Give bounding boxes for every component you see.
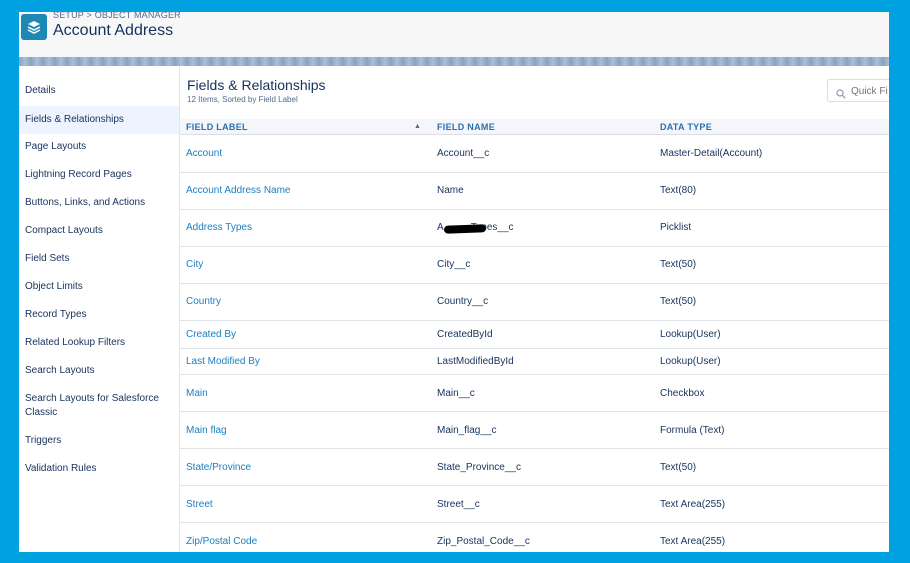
field-label-link[interactable]: Zip/Postal Code [186, 536, 257, 547]
table-row: Street Street__c Text Area(255) [180, 486, 889, 523]
field-name: Zip_Postal_Code__c [437, 536, 530, 547]
field-label-link[interactable]: Last Modified By [186, 356, 260, 367]
field-label-link[interactable]: Account [186, 148, 222, 159]
field-label-link[interactable]: Street [186, 499, 213, 510]
table-row: City City__c Text(50) [180, 247, 889, 284]
field-label-link[interactable]: Created By [186, 329, 236, 340]
table-row: Country Country__c Text(50) [180, 284, 889, 321]
table-row: Address Types A Types__c Picklist [180, 210, 889, 247]
quick-find-box[interactable] [827, 79, 889, 102]
sidebar-item-buttons-links-actions[interactable]: Buttons, Links, and Actions [19, 196, 179, 210]
field-label-link[interactable]: State/Province [186, 462, 251, 473]
data-type: Text(50) [660, 462, 697, 473]
column-header-field-name[interactable]: FIELD NAME [437, 122, 495, 132]
sidebar-item-lightning-record-pages[interactable]: Lightning Record Pages [19, 168, 179, 182]
field-label-link[interactable]: Country [186, 296, 221, 307]
section-title: Fields & Relationships [187, 77, 326, 93]
data-type: Formula (Text) [660, 425, 725, 436]
table-row: Main Main__c Checkbox [180, 375, 889, 412]
field-name: Country__c [437, 296, 489, 307]
header-decorative-band [19, 57, 889, 66]
sidebar-item-validation-rules[interactable]: Validation Rules [19, 462, 179, 476]
object-manager-sidebar: Details Fields & Relationships Page Layo… [19, 66, 180, 552]
data-type: Text(50) [660, 259, 697, 270]
data-type: Checkbox [660, 388, 705, 399]
sidebar-item-page-layouts[interactable]: Page Layouts [19, 140, 179, 154]
data-type: Lookup(User) [660, 329, 721, 340]
field-name: City__c [437, 259, 471, 270]
sidebar-item-record-types[interactable]: Record Types [19, 308, 179, 322]
breadcrumb[interactable]: SETUP > OBJECT MANAGER [53, 12, 181, 20]
field-name: LastModifiedById [437, 356, 514, 367]
data-type: Text(50) [660, 296, 697, 307]
data-type: Master-Detail(Account) [660, 148, 763, 159]
table-header: FIELD LABEL ▲ FIELD NAME DATA TYPE [180, 119, 889, 135]
sidebar-item-related-lookup-filters[interactable]: Related Lookup Filters [19, 336, 179, 350]
section-subtitle: 12 Items, Sorted by Field Label [187, 95, 298, 104]
sidebar-item-details[interactable]: Details [19, 84, 179, 98]
data-type: Text(80) [660, 185, 697, 196]
data-type: Lookup(User) [660, 356, 721, 367]
table-row: Account Account__c Master-Detail(Account… [180, 136, 889, 173]
fields-relationships-panel: Fields & Relationships 12 Items, Sorted … [180, 66, 889, 552]
table-row: Main flag Main_flag__c Formula (Text) [180, 412, 889, 449]
field-label-link[interactable]: Main flag [186, 425, 227, 436]
field-label-link[interactable]: City [186, 259, 203, 270]
sidebar-item-search-layouts[interactable]: Search Layouts [19, 364, 179, 378]
setup-window: SETUP > OBJECT MANAGER Account Address D… [19, 12, 889, 552]
field-name: Account__c [437, 148, 490, 159]
sidebar-item-search-layouts-classic[interactable]: Search Layouts for Salesforce Classic [19, 392, 159, 420]
search-icon [836, 86, 846, 104]
object-header: SETUP > OBJECT MANAGER Account Address [19, 12, 889, 57]
field-label-link[interactable]: Main [186, 388, 208, 399]
table-row: State/Province State_Province__c Text(50… [180, 449, 889, 486]
field-name: CreatedById [437, 329, 493, 340]
field-name: Main_flag__c [437, 425, 497, 436]
table-row: Zip/Postal Code Zip_Postal_Code__c Text … [180, 523, 889, 552]
data-type: Picklist [660, 222, 692, 233]
table-row: Account Address Name Name Text(80) [180, 173, 889, 210]
column-header-data-type[interactable]: DATA TYPE [660, 122, 712, 132]
field-name: Name [437, 185, 464, 196]
layers-icon [21, 14, 47, 40]
column-header-field-label[interactable]: FIELD LABEL [186, 122, 248, 132]
sidebar-item-object-limits[interactable]: Object Limits [19, 280, 179, 294]
data-type: Text Area(255) [660, 499, 726, 510]
redaction-mark [443, 224, 487, 234]
page-title: Account Address [53, 22, 174, 39]
field-name: State_Province__c [437, 462, 521, 473]
sidebar-item-field-sets[interactable]: Field Sets [19, 252, 179, 266]
sidebar-item-triggers[interactable]: Triggers [19, 434, 179, 448]
sidebar-item-fields-relationships[interactable]: Fields & Relationships [19, 106, 179, 134]
field-name: Main__c [437, 388, 475, 399]
table-row: Created By CreatedById Lookup(User) [180, 321, 889, 349]
data-type: Text Area(255) [660, 536, 726, 547]
sort-ascending-icon[interactable]: ▲ [414, 123, 421, 130]
field-name: Street__c [437, 499, 480, 510]
quick-find-input[interactable] [851, 83, 889, 99]
field-label-link[interactable]: Account Address Name [186, 185, 291, 196]
table-row: Last Modified By LastModifiedById Lookup… [180, 349, 889, 375]
sidebar-item-compact-layouts[interactable]: Compact Layouts [19, 224, 179, 238]
field-label-link[interactable]: Address Types [186, 222, 252, 233]
